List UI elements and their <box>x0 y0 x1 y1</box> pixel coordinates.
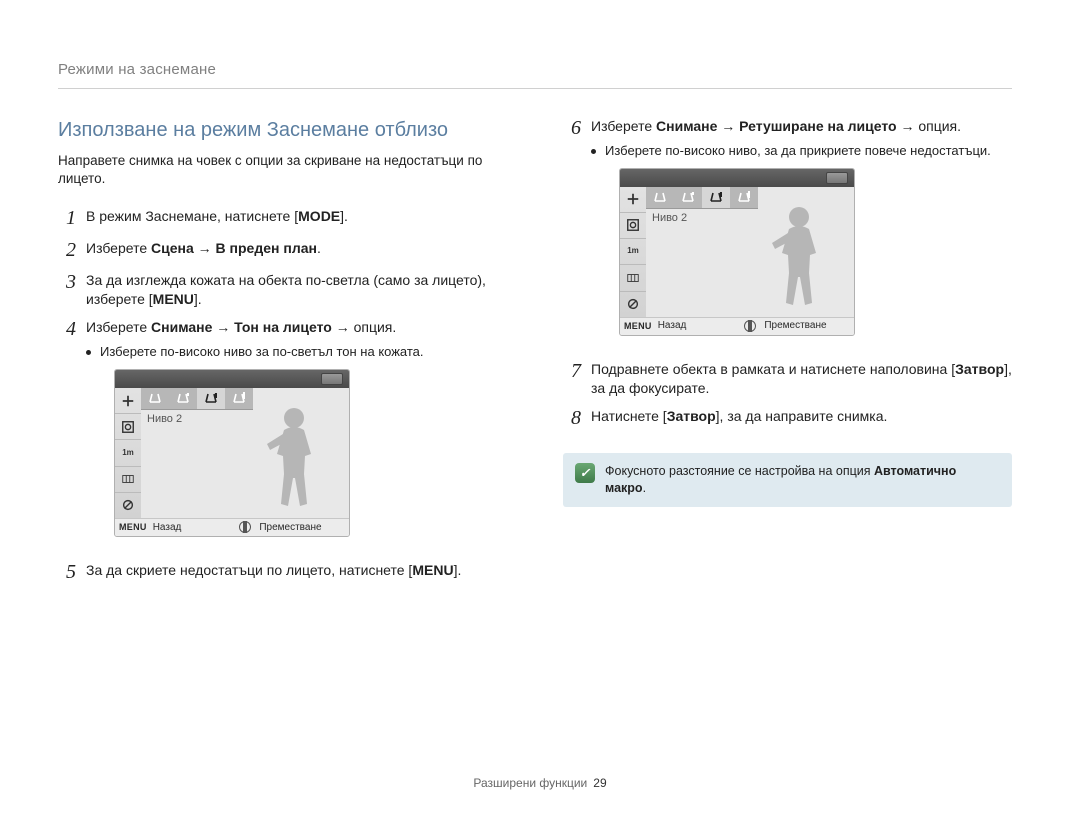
exposure-icon <box>115 388 141 414</box>
lcd-canvas: Ниво 2 <box>646 187 854 317</box>
exposure-icon <box>620 187 646 213</box>
step-number: 8 <box>563 407 581 429</box>
level-label: Ниво 2 <box>652 211 687 226</box>
lcd-top-bar <box>115 370 349 388</box>
intro-text: Направете снимка на човек с опции за скр… <box>58 152 507 188</box>
step-number: 7 <box>563 360 581 398</box>
section-title: Използване на режим Заснемане отблизо <box>58 117 507 144</box>
menu-button-label: MENU <box>412 562 453 578</box>
step-1: 1 В режим Заснемане, натиснете [MODE]. <box>58 207 507 229</box>
lcd-canvas: Ниво 2 <box>141 388 349 518</box>
level-bar <box>646 187 758 209</box>
grid-icon <box>620 265 646 291</box>
lcd-sidebar: 1m <box>115 388 141 518</box>
off-icon <box>115 493 141 518</box>
move-label: Преместване <box>764 319 826 333</box>
step-7: 7 Подравнете обекта в рамката и натиснет… <box>563 360 1012 398</box>
step-text: За да изглежда кожата на обекта по-светл… <box>86 272 486 307</box>
status-chip-icon <box>321 373 343 385</box>
column-right: 6 Изберете Снимане → Ретуширане на лицет… <box>563 117 1012 593</box>
lcd-main: 1m Ниво 2 <box>115 388 349 518</box>
status-chip-icon <box>826 172 848 184</box>
step-text: За да скриете недостатъци по лицето, нат… <box>86 562 461 578</box>
step-4: 4 Изберете Снимане → Тон на лицето → опц… <box>58 318 507 550</box>
step-text: Изберете Снимане → Тон на лицето → опция… <box>86 319 396 335</box>
info-icon: ✓ <box>575 463 595 483</box>
off-icon <box>620 292 646 317</box>
step-bullets: Изберете по-високо ниво, за да прикриете… <box>591 142 1012 160</box>
lcd-main: 1m Ниво 2 <box>620 187 854 317</box>
face-detect-icon <box>620 213 646 239</box>
move-label: Преместване <box>259 521 321 535</box>
level-0-icon <box>646 187 674 208</box>
lcd-top-bar <box>620 169 854 187</box>
menu-button-label: MENU <box>153 291 194 307</box>
step-text: В режим Заснемане, натиснете [MODE]. <box>86 208 348 224</box>
shutter-button-label: Затвор <box>667 408 716 424</box>
step-number: 5 <box>58 561 76 583</box>
camera-screen: 1m Ниво 2 <box>619 168 855 336</box>
distance-icon: 1m <box>620 239 646 265</box>
level-0-icon <box>141 388 169 409</box>
page: Режими на заснемане Използване на режим … <box>0 0 1080 815</box>
step-number: 6 <box>563 117 581 349</box>
level-1-icon <box>674 187 702 208</box>
nav-icon <box>239 521 251 533</box>
step-2: 2 Изберете Сцена → В преден план. <box>58 239 507 261</box>
step-5: 5 За да скриете недостатъци по лицето, н… <box>58 561 507 583</box>
camera-screen: 1m Ниво 2 <box>114 369 350 537</box>
page-footer: Разширени функции 29 <box>0 775 1080 791</box>
nav-icon <box>744 320 756 332</box>
bullet: Изберете по-високо ниво, за да прикриете… <box>591 142 1012 160</box>
level-bar <box>141 388 253 410</box>
column-left: Използване на режим Заснемане отблизо На… <box>58 117 507 593</box>
level-3-icon <box>225 388 253 409</box>
step-number: 2 <box>58 239 76 261</box>
step-text: Изберете Сцена → В преден план. <box>86 240 321 256</box>
step-8: 8 Натиснете [Затвор], за да направите сн… <box>563 407 1012 429</box>
level-2-icon <box>197 388 225 409</box>
subject-silhouette-icon <box>766 203 832 311</box>
step-bullets: Изберете по-високо ниво за по-светъл тон… <box>86 343 507 361</box>
bullet: Изберете по-високо ниво за по-светъл тон… <box>86 343 507 361</box>
step-text: Натиснете [Затвор], за да направите сним… <box>591 408 887 424</box>
lcd-bottom-bar: MENU Назад Преместване <box>620 317 854 335</box>
level-3-icon <box>730 187 758 208</box>
back-label: Назад <box>153 521 182 535</box>
running-head: Режими на заснемане <box>58 60 1012 89</box>
step-3: 3 За да изглежда кожата на обекта по-све… <box>58 271 507 309</box>
subject-silhouette-icon <box>261 404 327 512</box>
footer-section: Разширени функции <box>473 775 587 791</box>
menu-tag: MENU <box>624 320 652 332</box>
face-detect-icon <box>115 414 141 440</box>
distance-icon: 1m <box>115 440 141 466</box>
step-number: 1 <box>58 207 76 229</box>
lcd-bottom-bar: MENU Назад Преместване <box>115 518 349 536</box>
menu-tag: MENU <box>119 521 147 533</box>
step-text: Изберете Снимане → Ретуширане на лицето … <box>591 118 961 134</box>
shutter-button-label: Затвор <box>955 361 1004 377</box>
lcd-sidebar: 1m <box>620 187 646 317</box>
content-columns: Използване на режим Заснемане отблизо На… <box>58 117 1012 593</box>
mode-button-label: MODE <box>298 208 340 224</box>
step-6: 6 Изберете Снимане → Ретуширане на лицет… <box>563 117 1012 349</box>
back-label: Назад <box>658 319 687 333</box>
level-2-icon <box>702 187 730 208</box>
step-text: Подравнете обекта в рамката и натиснете … <box>591 361 1012 396</box>
step-number: 3 <box>58 271 76 309</box>
grid-icon <box>115 467 141 493</box>
page-number: 29 <box>593 775 606 791</box>
level-label: Ниво 2 <box>147 412 182 427</box>
note-text: Фокусното разстояние се настройва на опц… <box>605 463 1000 497</box>
note-callout: ✓ Фокусното разстояние се настройва на о… <box>563 453 1012 507</box>
level-1-icon <box>169 388 197 409</box>
step-number: 4 <box>58 318 76 550</box>
